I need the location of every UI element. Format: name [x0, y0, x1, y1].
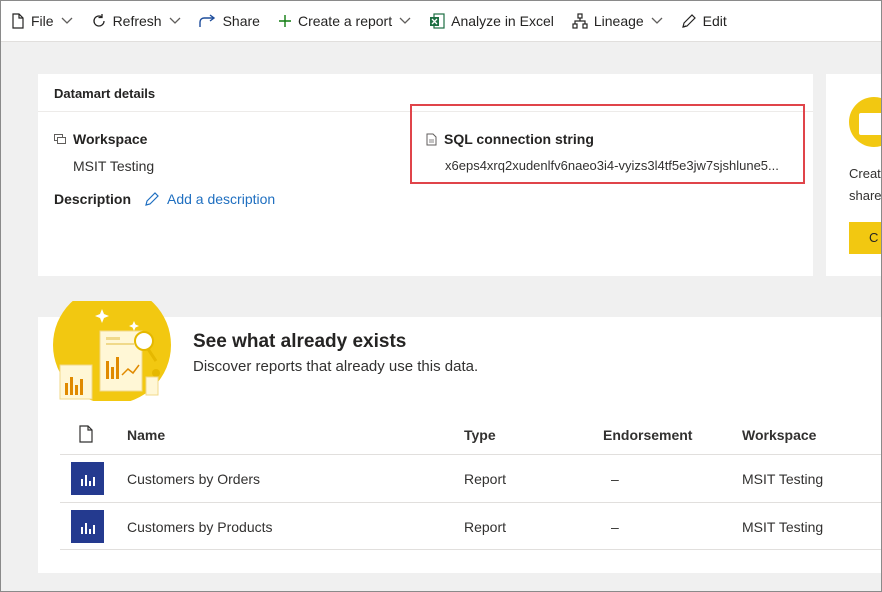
divider	[60, 454, 881, 455]
app-window: File Refresh Share Create a report Analy…	[0, 0, 882, 592]
row-endorsement: –	[611, 519, 619, 535]
column-header-endorsement[interactable]: Endorsement	[603, 427, 692, 443]
pencil-icon	[681, 14, 696, 28]
edit-button[interactable]: Edit	[681, 13, 727, 29]
file-menu[interactable]: File	[11, 13, 73, 29]
refresh-menu[interactable]: Refresh	[91, 13, 181, 29]
row-workspace: MSIT Testing	[742, 519, 824, 535]
lineage-label: Lineage	[593, 13, 644, 29]
lineage-icon	[572, 13, 588, 29]
workspace-label-text: Workspace	[73, 131, 148, 147]
row-type: Report	[464, 519, 507, 535]
sql-connection-string[interactable]: x6eps4xrq2xudenlfv6naeo3i4-vyizs3l4tf5e3…	[445, 158, 797, 173]
share-icon	[198, 14, 215, 27]
file-icon	[12, 13, 24, 29]
row-type: Report	[464, 471, 507, 487]
row-endorsement: –	[611, 471, 619, 487]
lineage-menu[interactable]: Lineage	[572, 13, 663, 29]
share-button[interactable]: Share	[198, 13, 260, 29]
divider	[60, 502, 881, 503]
excel-icon	[430, 13, 445, 29]
document-icon	[426, 133, 437, 145]
column-header-type[interactable]: Type	[464, 427, 496, 443]
create-text-line2: share	[849, 188, 882, 203]
section-subtitle: Discover reports that already use this d…	[193, 358, 479, 375]
column-header-name[interactable]: Name	[127, 427, 165, 443]
pencil-icon	[145, 192, 159, 206]
report-icon	[71, 462, 104, 495]
divider	[60, 549, 881, 550]
create-button[interactable]: C	[849, 222, 881, 254]
create-report-menu[interactable]: Create a report	[278, 13, 411, 29]
chevron-down-icon	[169, 17, 181, 24]
row-workspace: MSIT Testing	[742, 471, 824, 487]
reports-illustration	[53, 301, 171, 401]
chevron-down-icon	[61, 17, 73, 24]
toolbar: File Refresh Share Create a report Analy…	[1, 1, 881, 42]
edit-label: Edit	[702, 13, 727, 29]
document-icon	[79, 425, 93, 443]
report-icon	[71, 510, 104, 543]
details-title: Datamart details	[54, 86, 156, 101]
sql-connection-label: SQL connection string	[426, 131, 594, 147]
analyze-excel-label: Analyze in Excel	[451, 13, 554, 29]
column-header-workspace[interactable]: Workspace	[742, 427, 816, 443]
create-report-card: Creat share C	[826, 74, 882, 276]
share-label: Share	[222, 13, 260, 29]
refresh-label: Refresh	[112, 13, 162, 29]
create-report-label: Create a report	[297, 13, 393, 29]
sql-label-text: SQL connection string	[444, 131, 594, 147]
row-name[interactable]: Customers by Orders	[127, 471, 260, 487]
workspace-icon	[54, 133, 66, 144]
chevron-down-icon	[399, 17, 411, 24]
plus-icon	[278, 15, 291, 27]
row-name[interactable]: Customers by Products	[127, 519, 273, 535]
existing-reports-card: See what already exists Discover reports…	[38, 301, 881, 573]
add-description-label: Add a description	[167, 191, 276, 207]
report-illustration-icon	[859, 113, 881, 135]
description-label: Description	[54, 191, 132, 207]
chevron-down-icon	[651, 17, 663, 24]
datamart-details-card: Datamart details Workspace MSIT Testing …	[38, 74, 813, 276]
section-title: See what already exists	[193, 331, 407, 352]
workspace-label: Workspace	[54, 131, 147, 147]
create-text-line1: Creat	[849, 166, 881, 181]
add-description-link[interactable]: Add a description	[144, 191, 275, 207]
refresh-icon	[92, 14, 105, 27]
workspace-value: MSIT Testing	[73, 158, 155, 174]
analyze-in-excel-button[interactable]: Analyze in Excel	[429, 13, 554, 29]
file-label: File	[31, 13, 54, 29]
